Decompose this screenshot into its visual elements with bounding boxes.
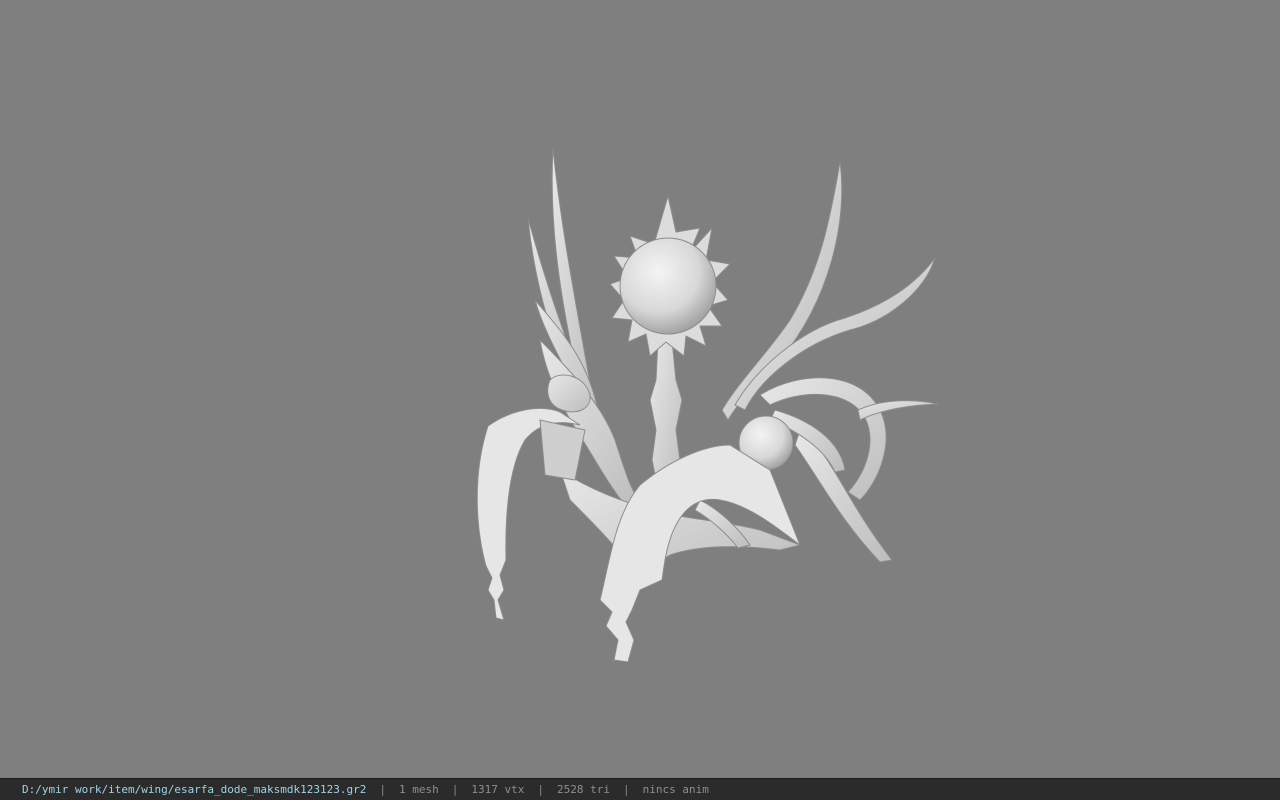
file-path: D:/ymir work/item/wing/esarfa_dode_maksm… (22, 783, 367, 796)
sun-orb (609, 195, 732, 357)
status-separator: | (622, 783, 630, 796)
status-separator: | (451, 783, 459, 796)
wing-model-icon (476, 147, 939, 663)
3d-viewport[interactable] (0, 0, 1280, 778)
mesh-count: 1 mesh (399, 783, 439, 796)
status-separator: | (379, 783, 386, 796)
vertex-count: 1317 vtx (471, 783, 525, 796)
triangle-count: 2528 tri (556, 783, 610, 796)
anim-status: nincs anim (642, 783, 709, 796)
status-bar: D:/ymir work/item/wing/esarfa_dode_maksm… (0, 778, 1280, 800)
left-ribbon (476, 408, 586, 621)
right-ribbon (599, 444, 802, 663)
status-separator: | (537, 783, 544, 796)
